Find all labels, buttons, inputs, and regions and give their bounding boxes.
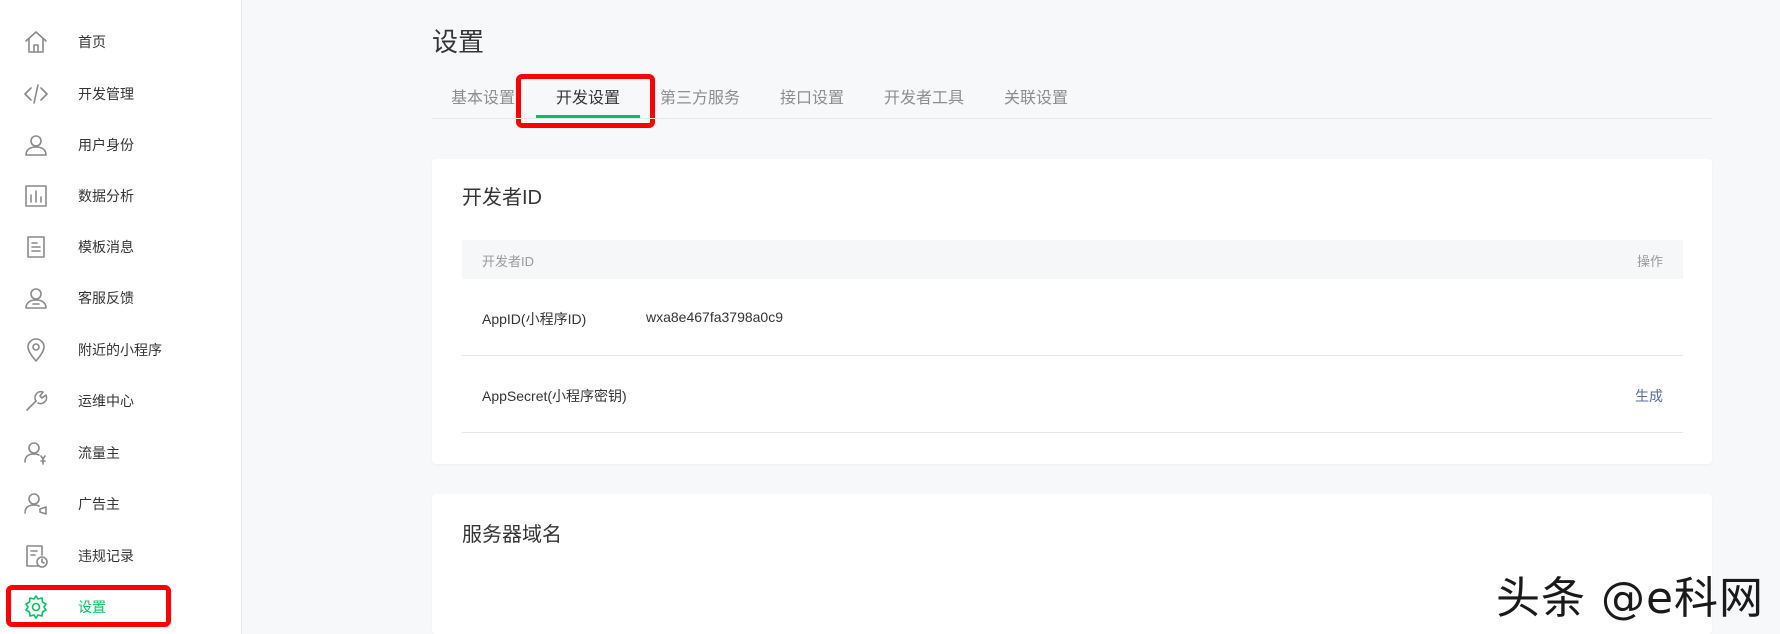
sidebar-item-home[interactable]: 首页	[0, 20, 241, 64]
watermark: 头条 @e科网	[1496, 573, 1765, 624]
sidebar-item-advertiser[interactable]: 广告主	[0, 482, 241, 526]
appid-label: AppID(小程序ID)	[482, 311, 587, 327]
sidebar-item-label: 违规记录	[78, 548, 134, 564]
active-tab-indicator	[536, 115, 640, 118]
record-clock-icon	[22, 542, 50, 570]
sidebar-item-label: 客服反馈	[78, 290, 134, 306]
tab-third-party-services[interactable]: 第三方服务	[660, 84, 740, 108]
card-title: 开发者ID	[462, 187, 542, 209]
sidebar-item-label: 用户身份	[78, 137, 134, 153]
settings-tabs: 基本设置 开发设置 第三方服务 接口设置 开发者工具 关联设置	[432, 72, 1712, 119]
sidebar-item-label: 数据分析	[78, 188, 134, 204]
sidebar-item-customer-feedback[interactable]: 客服反馈	[0, 276, 241, 320]
sidebar-item-label: 首页	[78, 34, 106, 50]
table-row-appsecret: AppSecret(小程序密钥) 生成	[462, 356, 1683, 433]
bar-chart-icon	[22, 182, 50, 210]
user-ad-icon	[22, 490, 50, 518]
sidebar-item-label: 开发管理	[78, 86, 134, 102]
tab-developer-tools[interactable]: 开发者工具	[884, 84, 964, 108]
user-icon	[22, 131, 50, 159]
sidebar-item-label: 运维中心	[78, 393, 134, 409]
developer-id-card: 开发者ID 开发者ID 操作 AppID(小程序ID) wxa8e467fa37…	[432, 159, 1712, 464]
sidebar-item-traffic-owner[interactable]: 流量主	[0, 431, 241, 475]
column-header-developer-id: 开发者ID	[482, 254, 535, 269]
sidebar-item-label: 流量主	[78, 445, 120, 461]
sidebar-item-violation-record[interactable]: 违规记录	[0, 534, 241, 578]
location-pin-icon	[22, 336, 50, 364]
tab-interface-settings[interactable]: 接口设置	[780, 84, 844, 108]
sidebar-item-ops-center[interactable]: 运维中心	[0, 379, 241, 423]
code-icon	[22, 80, 50, 108]
tab-dev-settings[interactable]: 开发设置	[556, 84, 620, 108]
sidebar-item-label: 模板消息	[78, 239, 134, 255]
table-header: 开发者ID 操作	[462, 240, 1683, 279]
user-yen-icon	[22, 439, 50, 467]
page-title: 设置	[432, 27, 485, 57]
sidebar: 首页 开发管理 用户身份 数据分析 模板消息 客服反馈 附近的小程序 运维中心 …	[0, 0, 242, 634]
appid-value: wxa8e467fa3798a0c9	[646, 309, 784, 325]
generate-secret-link[interactable]: 生成	[1635, 386, 1663, 406]
gear-icon	[22, 593, 50, 621]
sidebar-item-label: 设置	[78, 599, 106, 615]
tab-association-settings[interactable]: 关联设置	[1004, 84, 1068, 108]
sidebar-item-nearby-miniprogram[interactable]: 附近的小程序	[0, 328, 241, 372]
appsecret-label: AppSecret(小程序密钥)	[482, 388, 627, 404]
sidebar-item-data-analysis[interactable]: 数据分析	[0, 174, 241, 218]
sidebar-item-label: 广告主	[78, 496, 120, 512]
sidebar-item-user-identity[interactable]: 用户身份	[0, 123, 241, 167]
home-icon	[22, 28, 50, 56]
sidebar-item-settings[interactable]: 设置	[0, 585, 241, 629]
tab-basic-settings[interactable]: 基本设置	[451, 84, 515, 108]
customer-service-icon	[22, 284, 50, 312]
sidebar-item-template-message[interactable]: 模板消息	[0, 225, 241, 269]
document-icon	[22, 233, 50, 261]
sidebar-item-label: 附近的小程序	[78, 342, 162, 358]
table-row-appid: AppID(小程序ID) wxa8e467fa3798a0c9	[462, 279, 1683, 356]
wrench-icon	[22, 387, 50, 415]
sidebar-item-dev-management[interactable]: 开发管理	[0, 72, 241, 116]
column-header-action: 操作	[1636, 254, 1663, 269]
card-title: 服务器域名	[462, 524, 562, 546]
